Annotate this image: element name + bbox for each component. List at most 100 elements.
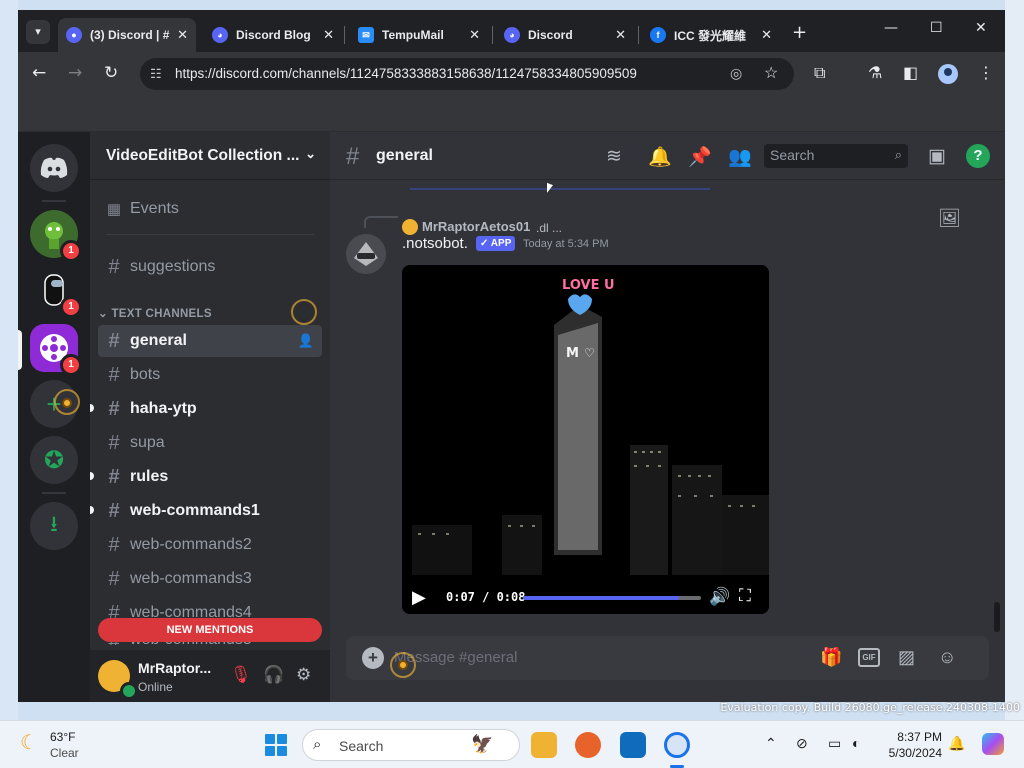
channel-haha-ytp[interactable]: # haha-ytp: [98, 393, 322, 425]
side-panel-icon[interactable]: ◧: [903, 63, 918, 82]
search-input[interactable]: Search ⌕: [764, 144, 908, 168]
close-tab-icon[interactable]: ✕: [761, 27, 772, 43]
show-hidden-icons-chevron-icon[interactable]: ⌃: [765, 735, 777, 752]
member-list-icon[interactable]: 👥: [728, 145, 752, 169]
cursor-highlight: [291, 299, 317, 325]
maximize-icon[interactable]: ☐: [930, 20, 943, 36]
taskbar-search[interactable]: ⌕ Search 🦅: [302, 729, 520, 761]
discord-home-button[interactable]: [30, 144, 78, 192]
headphones-icon[interactable]: 🎧: [263, 665, 284, 685]
close-window-icon[interactable]: ✕: [975, 20, 987, 36]
network-icon[interactable]: ⊘: [796, 735, 808, 752]
reply-author[interactable]: MrRaptorAetos01: [422, 219, 530, 234]
channel-supa[interactable]: # supa: [98, 427, 322, 459]
category-text-channels[interactable]: ⌄ TEXT CHANNELS: [98, 306, 212, 320]
settings-gear-icon[interactable]: ⚙: [296, 665, 311, 685]
tab-discord-blog[interactable]: ◕ Discord Blog ✕: [204, 18, 342, 52]
threads-icon[interactable]: ≋: [606, 145, 622, 168]
weather-temperature[interactable]: 63°F: [50, 730, 75, 744]
close-tab-icon[interactable]: ✕: [615, 27, 626, 43]
labs-flask-icon[interactable]: ⚗: [868, 63, 882, 82]
notsobot-avatar-icon: [346, 234, 386, 274]
close-tab-icon[interactable]: ✕: [469, 27, 480, 43]
weather-condition[interactable]: Clear: [50, 746, 79, 760]
sticker-icon[interactable]: ▨: [898, 647, 915, 668]
message-input[interactable]: [394, 649, 794, 666]
channel-rules[interactable]: # rules: [98, 461, 322, 493]
gif-button[interactable]: GIF: [858, 648, 880, 667]
extensions-icon[interactable]: ⧉: [814, 63, 825, 83]
microsoft-store-icon[interactable]: [620, 732, 646, 758]
chat-scrollbar[interactable]: [994, 602, 1000, 632]
reply-snippet[interactable]: .dl ...: [536, 221, 562, 235]
download-apps-button[interactable]: ⭳: [30, 502, 78, 550]
attach-plus-button[interactable]: +: [362, 647, 384, 669]
calendar-icon: ▦: [106, 201, 122, 218]
notification-bell-icon[interactable]: 🔔: [648, 145, 672, 169]
emoji-icon[interactable]: ☺: [938, 647, 956, 668]
back-icon[interactable]: ←: [32, 63, 46, 83]
cursor-dot: [398, 660, 408, 670]
inbox-icon[interactable]: ▣: [928, 145, 946, 168]
fullscreen-icon[interactable]: ⛶: [739, 586, 751, 606]
close-tab-icon[interactable]: ✕: [323, 27, 334, 43]
channel-suggestions[interactable]: # suggestions: [98, 251, 322, 283]
profile-avatar-icon[interactable]: [938, 64, 958, 84]
mic-muted-icon[interactable]: 🎙: [230, 665, 252, 685]
file-explorer-icon[interactable]: [531, 732, 557, 758]
firefox-icon[interactable]: [575, 732, 601, 758]
tab-search-button[interactable]: ▾: [26, 20, 50, 44]
volume-tray-icon[interactable]: ◐: [852, 735, 860, 751]
message-author[interactable]: .notsobot.: [402, 235, 468, 252]
notification-bell-icon[interactable]: 🔔: [948, 735, 965, 752]
channel-web-commands3[interactable]: # web-commands3: [98, 563, 322, 595]
video-progress-bar[interactable]: [523, 596, 701, 600]
tracking-protection-icon[interactable]: ◎: [730, 65, 742, 82]
tab-discord-channel[interactable]: ● (3) Discord | # ✕: [58, 18, 196, 52]
channel-web-commands1[interactable]: # web-commands1: [98, 495, 322, 527]
address-bar[interactable]: ☷ https://discord.com/channels/112475833…: [140, 58, 794, 90]
tab-tempumail[interactable]: ✉ TempuMail ✕: [350, 18, 488, 52]
search-icon: ⌕: [894, 147, 902, 162]
display-icon[interactable]: ▭: [828, 735, 841, 752]
bot-avatar[interactable]: [346, 234, 386, 274]
video-attachment[interactable]: M ♡ LOVE U ▶ 0:07 / 0:08 🔊 ⛶: [402, 265, 769, 614]
create-invite-icon[interactable]: 👤: [298, 333, 314, 349]
tab-discord[interactable]: ◕ Discord ✕: [496, 18, 634, 52]
menu-kebab-icon[interactable]: ⋮: [978, 63, 994, 82]
chat-area: # general ≋ 🔔 📌 👥 Search ⌕ ▣ ? MrRaptorA…: [330, 132, 1005, 702]
channel-web-commands2[interactable]: # web-commands2: [98, 529, 322, 561]
message-composer: + 🎁 GIF ▨ ☺: [346, 636, 989, 680]
help-icon[interactable]: ?: [966, 144, 990, 168]
server-header[interactable]: VideoEditBot Collection ... ⌄: [90, 132, 330, 180]
channel-bots[interactable]: # bots: [98, 359, 322, 391]
discord-icon: ◕: [212, 27, 228, 43]
start-button[interactable]: [265, 734, 287, 756]
gift-icon[interactable]: 🎁: [820, 647, 842, 668]
volume-icon[interactable]: 🔊: [709, 587, 730, 607]
reload-icon[interactable]: ↻: [104, 63, 118, 83]
tab-facebook[interactable]: f ICC 發光耀維 ✕: [642, 18, 780, 52]
pin-icon[interactable]: 📌: [688, 145, 712, 169]
site-settings-icon[interactable]: ☷: [150, 66, 162, 82]
explore-servers-button[interactable]: ✪: [30, 436, 78, 484]
new-mentions-button[interactable]: NEW MENTIONS: [98, 618, 322, 642]
chrome-icon[interactable]: [664, 732, 690, 758]
close-tab-icon[interactable]: ✕: [177, 27, 188, 43]
tab-title: ICC 發光耀維: [674, 28, 747, 43]
copilot-icon[interactable]: [982, 733, 1004, 755]
play-icon[interactable]: ▶: [412, 587, 426, 608]
new-tab-icon[interactable]: +: [792, 22, 807, 43]
bookmark-star-icon[interactable]: ☆: [764, 63, 778, 83]
tab-separator: [344, 26, 345, 44]
channel-label: web-commands3: [130, 570, 252, 587]
server-name: VideoEditBot Collection ...: [106, 147, 300, 164]
minimize-icon[interactable]: —: [884, 20, 898, 36]
forward-icon[interactable]: →: [68, 63, 82, 83]
weather-moon-icon[interactable]: ☾: [20, 730, 38, 755]
desktop-left-edge: [0, 0, 18, 720]
taskbar-clock[interactable]: 8:37 PM 5/30/2024: [884, 729, 942, 761]
channel-general[interactable]: # general 👤: [98, 325, 322, 357]
events-item[interactable]: ▦ Events: [98, 193, 322, 225]
channel-label: bots: [130, 366, 161, 383]
